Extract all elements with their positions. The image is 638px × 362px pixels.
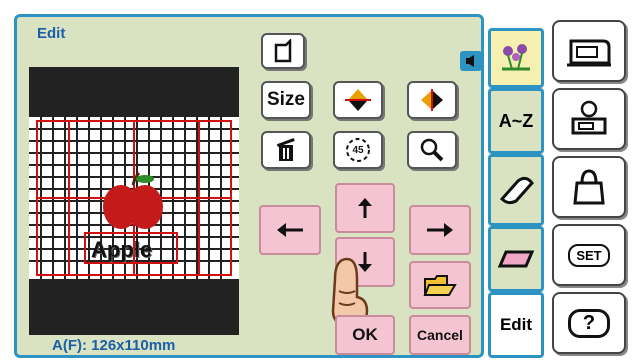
help-label: ? <box>567 308 611 338</box>
move-left-button[interactable] <box>259 205 321 255</box>
tab-edit[interactable]: Edit <box>488 292 544 358</box>
delete-button[interactable] <box>261 131 311 169</box>
folder-icon <box>423 275 457 296</box>
arrow-right-icon <box>427 223 453 237</box>
ok-button[interactable]: OK <box>335 315 395 355</box>
page-title: Edit <box>37 25 66 42</box>
move-up-button[interactable] <box>335 183 395 233</box>
rotate-button[interactable]: 45 <box>333 131 383 169</box>
sewing-machine-button[interactable] <box>552 20 626 82</box>
embroidery-machine-icon <box>571 100 607 135</box>
set-label: SET <box>568 243 610 267</box>
speaker-icon <box>466 55 474 67</box>
open-folder-button[interactable] <box>409 261 471 309</box>
mirror-vertical-button[interactable] <box>333 81 383 119</box>
size-button[interactable]: Size <box>261 81 311 119</box>
speaker-button[interactable] <box>460 51 482 71</box>
eraser-shape-icon <box>499 176 534 205</box>
new-page-button[interactable] <box>261 33 305 69</box>
tab-frame-shapes[interactable] <box>488 154 544 226</box>
tab-embroidery[interactable] <box>488 28 544 88</box>
arrow-left-icon <box>277 223 303 237</box>
mirror-vertical-icon <box>345 89 371 111</box>
settings-button[interactable]: SET <box>552 224 626 286</box>
embroidery-preview: Apple <box>29 67 239 335</box>
zoom-button[interactable] <box>407 131 457 169</box>
eraser-icon <box>497 250 535 268</box>
bag-icon <box>573 169 605 205</box>
edit-panel: Edit Apple A(F): 126x110mm Size 45 OK Ca… <box>14 14 484 358</box>
screen: Edit Apple A(F): 126x110mm Size 45 OK Ca… <box>0 0 638 362</box>
embroidery-size-readout: A(F): 126x110mm <box>52 337 176 354</box>
magnifier-icon <box>420 138 444 162</box>
rotate-label: 45 <box>352 144 364 156</box>
preview-grid <box>29 117 239 279</box>
mirror-horizontal-icon <box>421 89 443 111</box>
arrow-up-icon <box>358 198 372 218</box>
tab-eraser[interactable] <box>488 226 544 292</box>
motif-text: Apple <box>91 237 153 262</box>
sewing-machine-icon <box>567 39 611 67</box>
move-right-button[interactable] <box>409 205 471 255</box>
cancel-button[interactable]: Cancel <box>409 315 471 355</box>
handbag-button[interactable] <box>552 156 626 218</box>
embroidery-machine-button[interactable] <box>552 88 626 150</box>
mirror-horizontal-button[interactable] <box>407 81 457 119</box>
page-icon <box>274 39 292 63</box>
tab-characters[interactable]: A~Z <box>488 88 544 154</box>
trash-icon <box>276 138 295 161</box>
flower-pattern-icon <box>502 44 530 71</box>
help-button[interactable]: ? <box>552 292 626 354</box>
